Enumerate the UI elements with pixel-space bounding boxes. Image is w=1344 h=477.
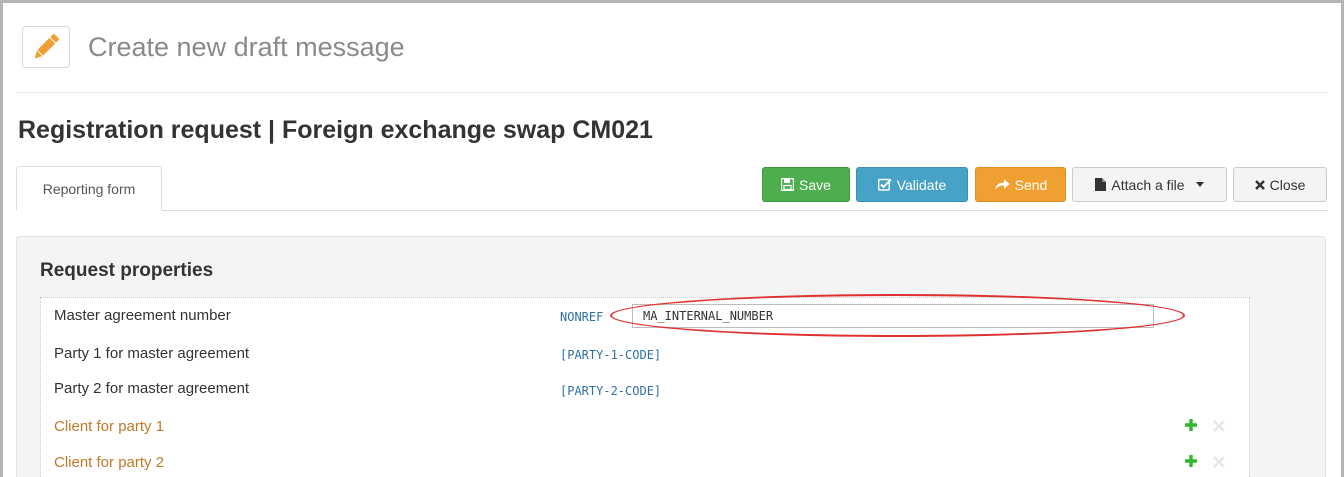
close-icon: [1254, 179, 1265, 190]
party2-label: Party 2 for master agreement: [54, 380, 250, 397]
pencil-icon: [22, 26, 70, 68]
master-agreement-input[interactable]: [632, 304, 1154, 328]
remove-icon: [1213, 456, 1225, 468]
attach-label: Attach a file: [1111, 176, 1185, 193]
party1-code[interactable]: [PARTY-1-CODE]: [560, 348, 661, 362]
page-header: Create new draft message: [22, 24, 405, 70]
save-label: Save: [799, 176, 831, 193]
share-arrow-icon: [994, 179, 1010, 190]
party1-label: Party 1 for master agreement: [54, 345, 250, 362]
page-title: Create new draft message: [88, 31, 405, 62]
attach-file-dropdown[interactable]: Attach a file: [1072, 167, 1227, 202]
remove-icon: [1213, 420, 1225, 432]
client-party2-label: Client for party 2: [54, 454, 165, 471]
plus-icon[interactable]: [1184, 454, 1198, 468]
plus-icon[interactable]: [1184, 418, 1198, 432]
close-label: Close: [1269, 176, 1306, 193]
validate-button[interactable]: Validate: [856, 167, 968, 202]
close-button[interactable]: Close: [1233, 167, 1327, 202]
master-agreement-code: NONREF: [560, 310, 604, 324]
tab-bar: [16, 210, 1328, 211]
save-button[interactable]: Save: [762, 167, 850, 202]
party2-code[interactable]: [PARTY-2-CODE]: [560, 384, 661, 398]
file-icon: [1095, 178, 1107, 191]
send-label: Send: [1014, 176, 1048, 193]
client-party1-label: Client for party 1: [54, 418, 165, 435]
validate-label: Validate: [896, 176, 947, 193]
panel-title: Request properties: [40, 260, 214, 281]
form-title: Registration request | Foreign exchange …: [18, 116, 653, 144]
send-button[interactable]: Send: [975, 167, 1066, 202]
master-agreement-label: Master agreement number: [54, 307, 231, 324]
caret-down-icon: [1195, 182, 1204, 187]
header-divider: [16, 92, 1328, 93]
check-square-icon: [877, 178, 892, 191]
floppy-icon: [781, 178, 795, 191]
tab-reporting-form[interactable]: Reporting form: [16, 166, 162, 211]
